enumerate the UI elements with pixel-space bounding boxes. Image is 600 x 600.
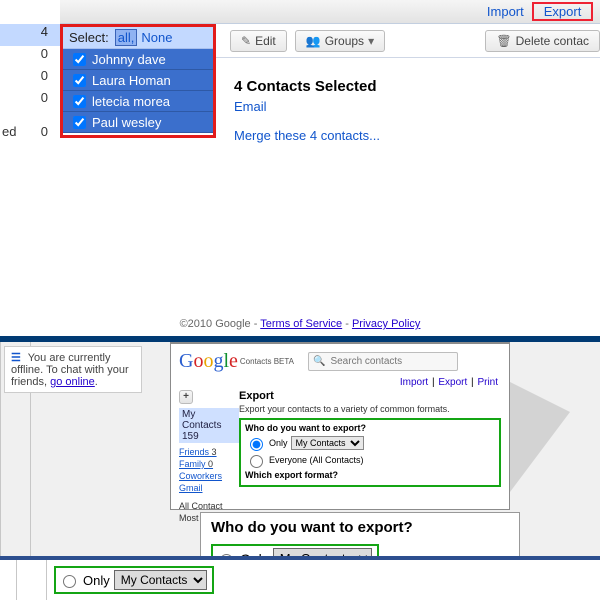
groups-label: Groups: [325, 34, 364, 48]
go-online-link[interactable]: go online: [50, 376, 95, 388]
contact-checkbox[interactable]: [73, 116, 86, 129]
privacy-link[interactable]: Privacy Policy: [352, 318, 420, 330]
import-link[interactable]: Import: [487, 4, 524, 19]
count-row: 0: [0, 46, 60, 68]
contact-toolbar: ✎ Edit 👥 Groups ▾ 🗑 Delete contac: [216, 24, 600, 58]
contact-row[interactable]: Laura Homan: [63, 70, 213, 91]
search-input[interactable]: [328, 355, 453, 368]
email-link[interactable]: Email: [234, 99, 596, 114]
bottom-only-highlight: Only My Contacts: [54, 566, 214, 594]
gc-print-link[interactable]: Print: [477, 377, 498, 388]
edit-label: Edit: [255, 34, 276, 48]
bottom-strip: Only My Contacts: [0, 556, 600, 600]
contact-name: letecia morea: [92, 94, 170, 109]
sidebar-item[interactable]: Friends 3: [179, 447, 239, 457]
footer-sep: -: [345, 318, 352, 330]
select-none-link[interactable]: None: [141, 30, 172, 45]
left-label: ed: [2, 124, 16, 146]
count-row: [0, 112, 60, 124]
gc-link-row: Import | Export | Print: [171, 377, 509, 390]
search-icon: 🔍: [313, 356, 325, 367]
contact-checkbox[interactable]: [73, 95, 86, 108]
tos-link[interactable]: Terms of Service: [260, 318, 342, 330]
footer: ©2010 Google - Terms of Service - Privac…: [0, 318, 600, 336]
gc-sidebar: + My Contacts 159 Friends 3 Family 0 Cow…: [171, 390, 239, 525]
select-all-link[interactable]: all,: [115, 29, 138, 46]
left-counts: 4 0 0 0 ed 0: [0, 24, 60, 146]
new-contact-button[interactable]: +: [179, 390, 193, 404]
everyone-option[interactable]: Everyone (All Contacts): [245, 452, 495, 468]
count-row: 0: [41, 124, 48, 146]
bottom-only-select[interactable]: My Contacts: [114, 570, 207, 590]
only-select[interactable]: My Contacts: [291, 436, 364, 450]
contact-name: Johnny dave: [92, 52, 166, 67]
contact-row[interactable]: Johnny dave: [63, 49, 213, 70]
logo-subtitle: Contacts BETA: [240, 357, 294, 366]
bottom-only-label: Only: [83, 573, 110, 588]
gc-export-link[interactable]: Export: [438, 377, 467, 388]
export-link-highlight: Export: [532, 2, 594, 21]
people-icon: 👥: [306, 34, 321, 48]
chevron-down-icon: ▾: [368, 34, 374, 48]
offline-notice: ☰ You are currently offline. To chat wit…: [4, 346, 142, 393]
pencil-icon: ✎: [241, 34, 251, 48]
contact-name: Paul wesley: [92, 115, 161, 130]
only-radio[interactable]: [250, 438, 263, 451]
export-link[interactable]: Export: [544, 4, 582, 19]
gc-main: Export Export your contacts to a variety…: [239, 390, 509, 525]
chat-icon: ☰: [11, 352, 21, 364]
selection-pane: 4 Contacts Selected Email Merge these 4 …: [230, 70, 600, 151]
search-box[interactable]: 🔍: [308, 352, 458, 371]
zoom-triangle: [510, 382, 570, 492]
select-bar: Select: all, None: [63, 27, 213, 49]
edit-button[interactable]: ✎ Edit: [230, 30, 287, 52]
delete-label: Delete contac: [516, 34, 589, 48]
export-title: Export: [239, 390, 501, 402]
sidebar-mycontacts[interactable]: My Contacts 159: [179, 408, 239, 443]
sidebar-item[interactable]: Gmail: [179, 483, 239, 493]
sidebar-item[interactable]: Coworkers: [179, 471, 239, 481]
contact-checkbox[interactable]: [73, 74, 86, 87]
select-label: Select:: [69, 30, 109, 45]
export-desc: Export your contacts to a variety of com…: [239, 404, 501, 414]
groups-button[interactable]: 👥 Groups ▾: [295, 30, 385, 52]
google-contacts-window: Google Contacts BETA 🔍 Import | Export |…: [170, 342, 510, 510]
contact-checkbox[interactable]: [73, 53, 86, 66]
everyone-radio[interactable]: [250, 455, 263, 468]
export-question: Who do you want to export?: [245, 423, 495, 433]
contact-row[interactable]: Paul wesley: [63, 112, 213, 133]
contact-row[interactable]: letecia morea: [63, 91, 213, 112]
delete-button[interactable]: 🗑 Delete contac: [485, 30, 600, 52]
export-options-highlight: Who do you want to export? Only My Conta…: [239, 418, 501, 487]
count-row: 4: [0, 24, 60, 46]
top-toolbar: Import Export P: [60, 0, 600, 24]
sidebar-item[interactable]: Family 0: [179, 459, 239, 469]
merge-link[interactable]: Merge these 4 contacts...: [234, 128, 596, 143]
contact-name: Laura Homan: [92, 73, 171, 88]
count-row: 0: [0, 68, 60, 90]
selection-title: 4 Contacts Selected: [234, 78, 596, 95]
footer-copyright: ©2010 Google -: [180, 318, 261, 330]
bottom-only-radio[interactable]: [63, 575, 76, 588]
export-zoom-question: Who do you want to export?: [211, 519, 509, 536]
only-option[interactable]: Only My Contacts: [245, 435, 495, 451]
contact-list: Johnny dave Laura Homan letecia morea Pa…: [63, 49, 213, 133]
contacts-highlight: Select: all, None Johnny dave Laura Homa…: [60, 24, 216, 138]
sidebar-item[interactable]: All Contact: [179, 501, 239, 511]
format-question: Which export format?: [245, 470, 495, 480]
gc-import-link[interactable]: Import: [400, 377, 428, 388]
google-logo: Google: [179, 350, 238, 373]
trash-icon: 🗑: [496, 34, 511, 48]
count-row: 0: [0, 90, 60, 112]
